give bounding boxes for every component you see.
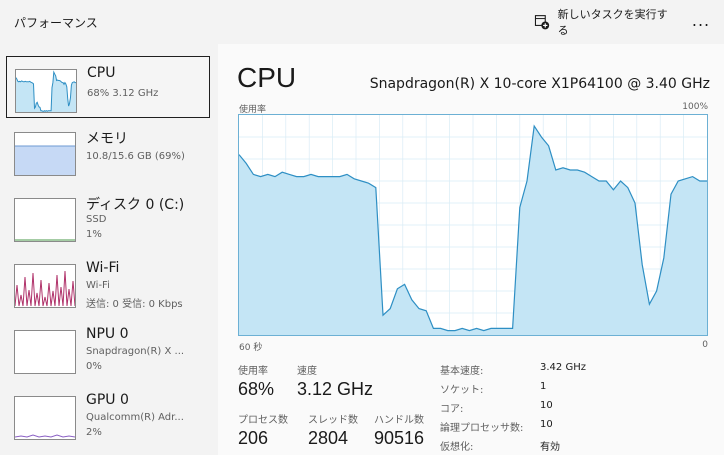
sidebar-item-detail: SSD xyxy=(86,214,107,225)
sidebar-item-memory[interactable]: メモリ 10.8/15.6 GB (69%) xyxy=(6,120,210,182)
main-panel: CPU Snapdragon(R) X 10-core X1P64100 @ 3… xyxy=(218,44,724,455)
header-bar: パフォーマンス 新しいタスクを実行する ... xyxy=(0,0,724,44)
disk-thumbnail-svg xyxy=(15,239,75,241)
spec-key: ソケット: xyxy=(440,385,484,396)
sidebar-item-detail: 10.8/15.6 GB (69%) xyxy=(86,151,185,162)
spec-row: 仮想化: 有効 xyxy=(440,438,710,455)
cpu-usage-graph xyxy=(238,114,708,336)
spec-value: 1 xyxy=(540,381,547,392)
stat-label: ハンドル数 xyxy=(374,415,424,426)
spec-key: 基本速度: xyxy=(440,366,484,377)
stat-handles: ハンドル数 90516 xyxy=(374,411,424,449)
spec-value: 10 xyxy=(540,400,553,411)
gpu-thumbnail-svg xyxy=(15,434,75,438)
stat-value: 2804 xyxy=(308,428,349,448)
resource-title: CPU xyxy=(237,62,297,93)
stat-value: 3.12 GHz xyxy=(297,379,374,399)
sidebar-item-detail: 68% 3.12 GHz xyxy=(87,88,159,99)
memory-thumbnail-graph xyxy=(14,132,76,176)
more-options-button[interactable]: ... xyxy=(686,6,716,38)
new-task-icon xyxy=(534,15,550,30)
graph-time-end: 0 xyxy=(702,340,708,350)
sidebar-item-wifi[interactable]: Wi-Fi Wi-Fi 送信: 0 受信: 0 Kbps xyxy=(6,252,210,314)
disk-thumbnail-graph xyxy=(14,198,76,242)
sidebar-item-disk[interactable]: ディスク 0 (C:) SSD 1% xyxy=(6,186,210,248)
sidebar-item-label: NPU 0 xyxy=(86,326,129,342)
sidebar-item-label: GPU 0 xyxy=(86,392,129,408)
stat-speed: 速度 3.12 GHz xyxy=(297,362,373,400)
spec-row: コア: 10 xyxy=(440,400,710,419)
sidebar-item-gpu[interactable]: GPU 0 Qualcomm(R) Adr... 2% xyxy=(6,384,210,446)
spec-key: 仮想化: xyxy=(440,442,474,453)
sidebar-item-label: CPU xyxy=(87,65,116,81)
sidebar-item-npu[interactable]: NPU 0 Snapdragon(R) X ... 0% xyxy=(6,318,210,380)
gpu-thumbnail-graph xyxy=(14,396,76,440)
spec-value: 3.42 GHz xyxy=(540,362,586,373)
stat-value: 206 xyxy=(238,428,269,448)
new-task-button[interactable]: 新しいタスクを実行する xyxy=(528,6,676,38)
sidebar-item-detail: 2% xyxy=(86,427,102,438)
spec-key: 論理プロセッサ数: xyxy=(440,423,524,434)
stat-label: 使用率 xyxy=(238,366,268,377)
sidebar-item-detail: Qualcomm(R) Adr... xyxy=(86,412,184,423)
spec-value: 10 xyxy=(540,419,553,430)
stat-utilization: 使用率 68% xyxy=(238,362,274,400)
cpu-thumbnail-svg xyxy=(16,70,76,112)
page-title: パフォーマンス xyxy=(14,16,98,30)
stat-label: 速度 xyxy=(297,366,317,377)
sidebar-item-label: ディスク 0 (C:) xyxy=(86,197,185,213)
cpu-specs-table: 基本速度: 3.42 GHz ソケット: 1 コア: 10 論理プロセッサ数: … xyxy=(440,362,710,455)
sidebar-item-detail: Wi-Fi xyxy=(86,280,110,291)
memory-thumbnail-svg xyxy=(15,145,75,175)
npu-thumbnail-svg xyxy=(15,331,75,373)
sidebar-item-detail: Snapdragon(R) X ... xyxy=(86,346,185,357)
wifi-thumbnail-graph xyxy=(14,264,76,308)
new-task-label: 新しいタスクを実行する xyxy=(557,8,668,37)
spec-value: 有効 xyxy=(540,442,560,453)
graph-y-max: 100% xyxy=(682,102,708,112)
sidebar-item-detail: 送信: 0 受信: 0 Kbps xyxy=(86,299,183,310)
stat-processes: プロセス数 206 xyxy=(238,411,288,449)
spec-row: 基本速度: 3.42 GHz xyxy=(440,362,710,381)
sidebar-item-detail: 1% xyxy=(86,229,102,240)
stat-threads: スレッド数 2804 xyxy=(308,411,358,449)
spec-row: ソケット: 1 xyxy=(440,381,710,400)
stat-value: 68% xyxy=(238,379,275,399)
spec-row: 論理プロセッサ数: 10 xyxy=(440,419,710,438)
stat-value: 90516 xyxy=(374,428,425,448)
graph-time-start: 60 秒 xyxy=(239,343,263,353)
sidebar: CPU 68% 3.12 GHz メモリ 10.8/15.6 GB (69%) … xyxy=(0,44,218,455)
spec-key: コア: xyxy=(440,404,464,415)
cpu-model-name: Snapdragon(R) X 10-core X1P64100 @ 3.40 … xyxy=(369,76,710,92)
stat-label: スレッド数 xyxy=(308,415,358,426)
sidebar-item-label: Wi-Fi xyxy=(86,260,120,276)
sidebar-item-cpu[interactable]: CPU 68% 3.12 GHz xyxy=(6,56,210,118)
sidebar-item-label: メモリ xyxy=(86,131,128,147)
cpu-usage-chart xyxy=(238,115,707,335)
cpu-thumbnail-graph xyxy=(15,69,77,113)
npu-thumbnail-graph xyxy=(14,330,76,374)
stat-label: プロセス数 xyxy=(238,415,288,426)
sidebar-item-detail: 0% xyxy=(86,361,102,372)
wifi-thumbnail-svg xyxy=(15,270,75,307)
